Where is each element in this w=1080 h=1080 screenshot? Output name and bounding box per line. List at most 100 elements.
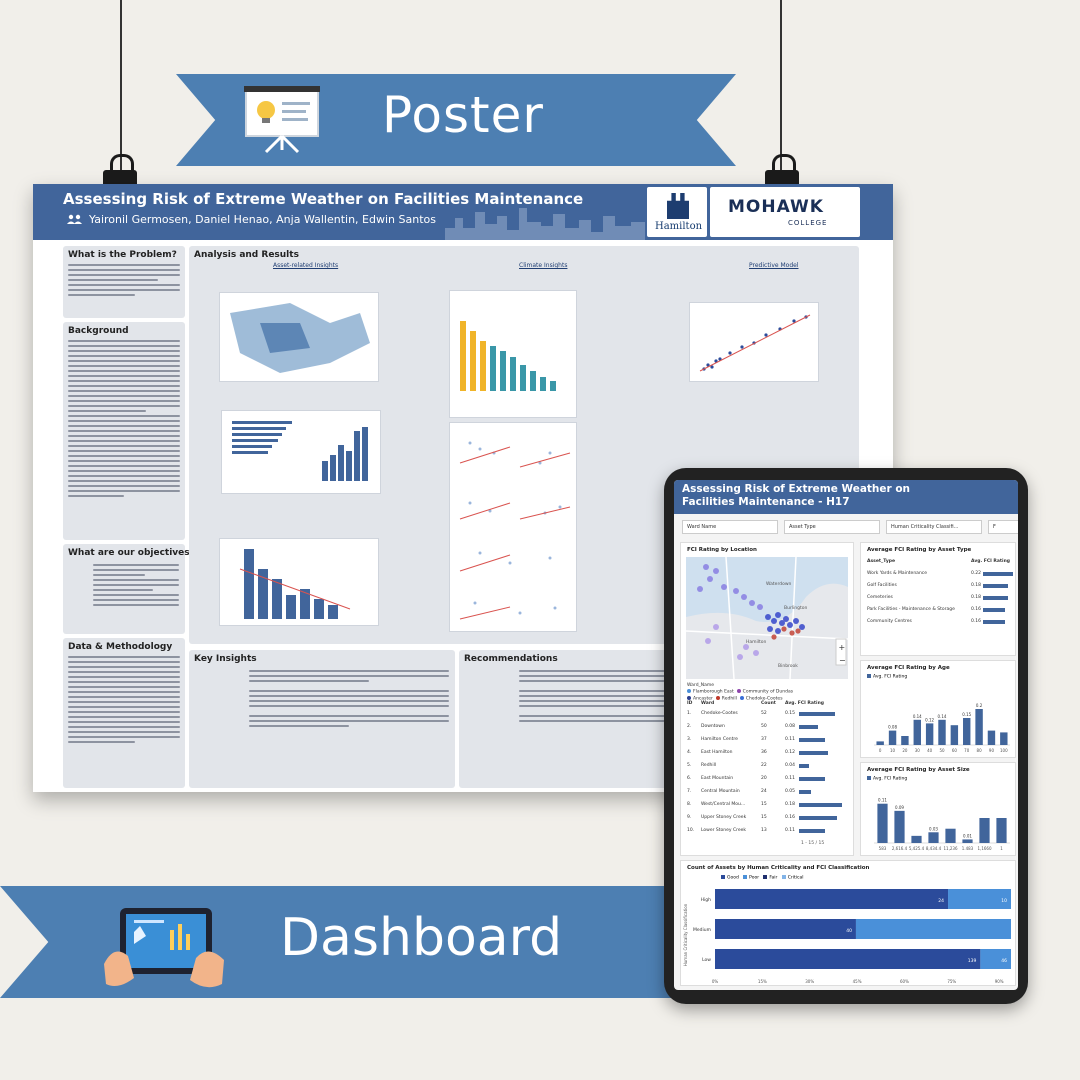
asset-table-header-type: Asset_Type [867, 559, 896, 564]
age-chart-legend: Avg. FCI Rating [867, 674, 907, 680]
objectives-heading: What are our objectives? [68, 548, 195, 558]
asset-row-value: 0.16 [971, 619, 982, 624]
legend-swatch-icon [763, 875, 768, 879]
bar-data-label: 0.14 [913, 714, 922, 719]
key-insights-heading: Key Insights [194, 654, 257, 664]
x-tick-label: 1,1660 [978, 846, 992, 851]
x-tick-label: 90 [989, 748, 995, 753]
x-tick-label: 70 [964, 748, 970, 753]
hanging-string-left [120, 0, 122, 176]
ward-row-id: 5. [687, 763, 692, 768]
bar [975, 709, 983, 745]
legend-item-flamborough-east: Flamborough East [693, 689, 734, 695]
ward-row-fci-bar [799, 777, 826, 781]
map-zoom-in-button[interactable]: + [839, 643, 846, 652]
ward-row-count: 52 [761, 711, 767, 716]
fci-by-size-chart: 0.11 583 0.09 2,616.4 5,425.4 0.03 8,434.4 11,2… [874, 798, 1010, 851]
ward-row-fci-bar [799, 790, 811, 794]
data-methodology-panel: Data & Methodology [63, 638, 185, 788]
recommendations-heading: Recommendations [464, 654, 558, 664]
key-insights-panel: Key Insights [189, 650, 455, 788]
hamilton-logo-mark [667, 193, 689, 219]
legend-swatch-icon [867, 674, 871, 678]
ward-row-fci-bar [799, 764, 809, 768]
dashboard-header: Assessing Risk of Extreme Weather on Fac… [674, 480, 1018, 514]
x-tick-label: 60 [952, 748, 958, 753]
asset-row-name: Golf Facilities [867, 583, 897, 588]
ward-table-header-id: ID [687, 701, 693, 706]
x-tick-label: 10 [890, 748, 896, 753]
bar [962, 839, 973, 843]
filter-fci[interactable]: F [988, 520, 1018, 534]
fci-by-asset-age-figure [219, 538, 379, 626]
bar [987, 730, 996, 745]
asset-insights-subheading: Asset-related Insights [273, 262, 339, 269]
bar [979, 818, 990, 843]
mohawk-logo-text: MOHAWK [728, 197, 824, 217]
map-zoom-out-button[interactable]: − [839, 656, 846, 665]
bar [996, 818, 1007, 843]
ward-row-fci: 0.12 [785, 750, 796, 755]
bar [877, 803, 888, 843]
filter-asset-type[interactable]: Asset Type [784, 520, 880, 534]
legend-good: Good [727, 875, 739, 881]
ward-map[interactable]: Waterdown Burlington Hamilton Binbrook +… [685, 556, 849, 680]
filter-human-criticality[interactable]: Human Criticality Classifi... [886, 520, 982, 534]
bar [945, 828, 956, 843]
predictive-model-subheading: Predictive Model [749, 262, 799, 269]
dashboard-banner-label: Dashboard [280, 908, 563, 968]
criticality-title: Count of Assets by Human Criticality and… [687, 865, 870, 871]
bar [928, 832, 939, 843]
x-tick-label: 75% [947, 979, 956, 984]
ward-row-count: 50 [761, 724, 767, 729]
asset-row-bar [983, 596, 1008, 600]
segment-value-label: 46 [1001, 958, 1007, 964]
ward-row-ward: Chedoke-Cootes [701, 711, 738, 716]
bar [950, 725, 959, 745]
legend-swatch-icon [721, 875, 725, 879]
bar-data-label: 0.03 [929, 826, 938, 831]
bar-data-label: 0.12 [925, 717, 934, 722]
x-tick-label: 20 [902, 748, 908, 753]
hanging-string-right [780, 0, 782, 176]
filter-ward-name[interactable]: Ward Name [682, 520, 778, 534]
fci-by-age-card: Average FCI Rating by Age Avg. FCI Ratin… [860, 660, 1016, 758]
bar [901, 736, 909, 745]
bar-data-label: 0.11 [878, 798, 887, 803]
asset-table-header-fci: Avg. FCI Rating [971, 559, 1010, 564]
problem-heading: What is the Problem? [68, 250, 177, 260]
ward-row-id: 7. [687, 789, 692, 794]
problem-panel: What is the Problem? [63, 246, 185, 318]
ward-row-fci-bar [799, 712, 835, 716]
mohawk-logo-subtext: COLLEGE [788, 219, 828, 227]
climate-insights-subheading: Climate Insights [519, 262, 568, 269]
ward-row-fci: 0.11 [785, 776, 796, 781]
x-tick-label: 0% [712, 979, 719, 984]
x-tick-label: 583 [879, 846, 887, 851]
ward-row-fci-bar [799, 816, 838, 820]
ward-row-count: 37 [761, 737, 767, 742]
size-legend-label: Avg. FCI Rating [873, 776, 908, 782]
ward-row-fci: 0.08 [785, 724, 796, 729]
ward-row-fci: 0.18 [785, 802, 796, 807]
legend-critical: Critical [787, 875, 804, 881]
legend-item-dundas: Community of Dundas [742, 689, 794, 695]
bar-data-label: 0.01 [963, 833, 972, 838]
stacked-segment [715, 889, 949, 909]
hamilton-logo-text: Hamilton [655, 221, 703, 232]
ward-row-fci-bar [799, 725, 819, 729]
segment-value-label: 10 [1001, 898, 1007, 904]
x-tick-label: 15% [758, 979, 767, 984]
map-label-waterdown: Waterdown [766, 581, 792, 587]
age-legend-label: Avg. FCI Rating [873, 674, 908, 680]
asset-row-value: 0.16 [971, 607, 982, 612]
asset-row-name: Work Yards & Maintenance [867, 571, 928, 576]
poster-header: Assessing Risk of Extreme Weather on Fac… [33, 184, 893, 240]
ward-row-count: 22 [761, 763, 767, 768]
hands-tablet-icon [104, 908, 224, 988]
ward-table: ID Ward Count Avg. FCI Rating 1. Chedoke-… [687, 701, 849, 851]
table-pager[interactable]: 1 - 15 / 15 [801, 841, 824, 846]
bar [1000, 732, 1008, 745]
fci-by-asset-type-figure [221, 410, 381, 494]
legend-swatch-icon [867, 776, 871, 780]
